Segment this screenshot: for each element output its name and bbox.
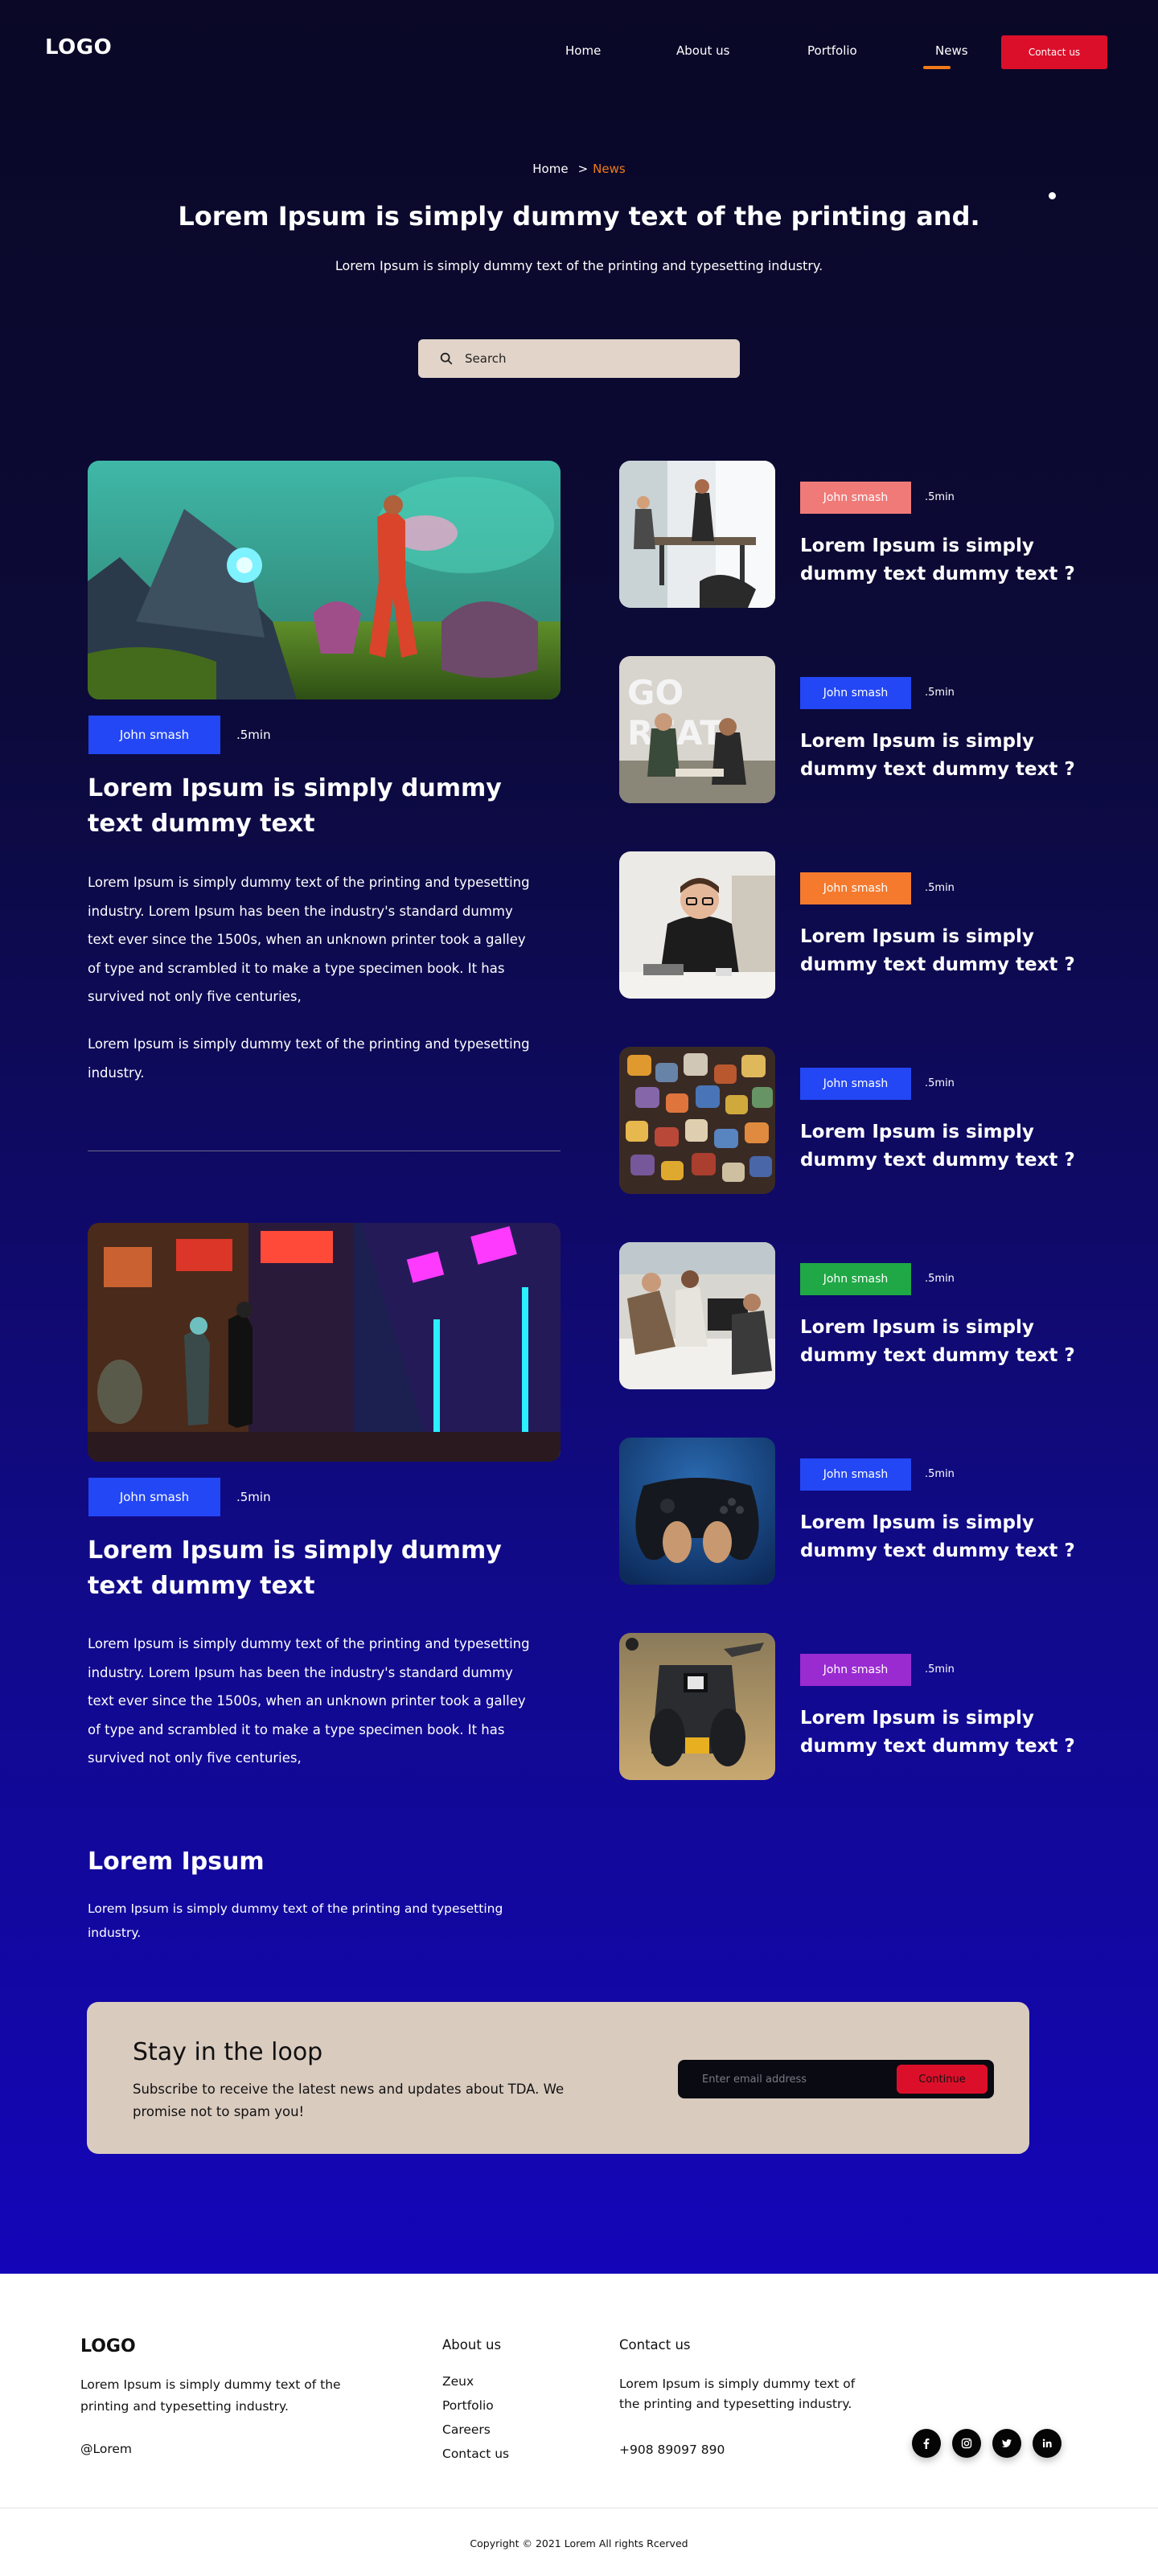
post-title[interactable]: Lorem Ipsum is simply dummy text dummy t…: [800, 728, 1114, 784]
featured-paragraph: Lorem Ipsum is simply dummy text of the …: [88, 875, 530, 1004]
post-thumbnail[interactable]: [619, 1047, 775, 1194]
post-thumbnail[interactable]: GO REAT: [619, 656, 775, 803]
read-time: .5min: [925, 1273, 955, 1285]
search-bar[interactable]: [418, 339, 740, 378]
post-thumbnail[interactable]: [619, 851, 775, 999]
email-field[interactable]: [702, 2068, 887, 2090]
author-tag[interactable]: John smash: [800, 1263, 911, 1295]
author-tag[interactable]: John smash: [800, 1654, 911, 1686]
footer: LOGO Lorem Ipsum is simply dummy text of…: [0, 2274, 1158, 2576]
section-text: Lorem Ipsum is simply dummy text of the …: [88, 1901, 503, 1940]
author-tag[interactable]: John smash: [800, 872, 911, 904]
newsletter-card: Stay in the loop Subscribe to receive th…: [87, 2002, 1029, 2154]
footer-description: Lorem Ipsum is simply dummy text of the …: [80, 2377, 341, 2414]
featured-image-neon-city[interactable]: [88, 1223, 561, 1462]
post-title[interactable]: Lorem Ipsum is simply dummy text dummy t…: [800, 1118, 1114, 1175]
footer-phone[interactable]: +908 89097 890: [619, 2443, 725, 2457]
featured-paragraph: Lorem Ipsum is simply dummy text of the …: [88, 1636, 530, 1766]
newsletter-form: Continue: [678, 2060, 994, 2098]
breadcrumb-separator: >: [577, 162, 589, 176]
continue-button[interactable]: Continue: [897, 2065, 988, 2094]
author-tag[interactable]: John smash: [800, 1458, 911, 1491]
featured-image-game-scene[interactable]: [88, 461, 561, 699]
footer-handle[interactable]: @Lorem: [80, 2442, 132, 2456]
read-time: .5min: [925, 687, 955, 699]
footer-logo[interactable]: LOGO: [80, 2336, 136, 2357]
facebook-icon[interactable]: [912, 2429, 941, 2458]
author-tag[interactable]: John smash: [800, 1068, 911, 1100]
post-thumbnail[interactable]: [619, 1633, 775, 1780]
copyright: Copyright © 2021 Lorem All rights Rcerve…: [470, 2537, 688, 2549]
footer-link-portfolio[interactable]: Portfolio: [442, 2398, 494, 2413]
newsletter-title: Stay in the loop: [133, 2038, 323, 2066]
footer-about-heading: About us: [442, 2337, 502, 2352]
nav-home[interactable]: Home: [565, 43, 601, 58]
read-time: .5min: [236, 728, 271, 742]
featured-paragraph: Lorem Ipsum is simply dummy text of the …: [88, 1036, 530, 1081]
author-tag[interactable]: John smash: [800, 482, 911, 514]
nav-about-us[interactable]: About us: [676, 43, 729, 58]
page-subtitle: Lorem Ipsum is simply dummy text of the …: [335, 258, 823, 273]
post-title[interactable]: Lorem Ipsum is simply dummy text dummy t…: [800, 1704, 1114, 1761]
footer-link-contact-us[interactable]: Contact us: [442, 2447, 509, 2461]
twitter-icon[interactable]: [992, 2429, 1021, 2458]
page-title: Lorem Ipsum is simply dummy text of the …: [178, 201, 980, 232]
post-thumbnail[interactable]: [619, 1438, 775, 1585]
nav-news[interactable]: News: [935, 43, 968, 58]
post-title[interactable]: Lorem Ipsum is simply dummy text dummy t…: [800, 1314, 1114, 1370]
read-time: .5min: [925, 491, 955, 503]
logo[interactable]: LOGO: [45, 35, 112, 59]
read-time: .5min: [925, 1663, 955, 1676]
linkedin-icon[interactable]: [1033, 2429, 1062, 2458]
footer-contact-heading: Contact us: [619, 2337, 691, 2352]
post-thumbnail[interactable]: [619, 1242, 775, 1389]
featured-title[interactable]: Lorem Ipsum is simply dummy text dummy t…: [88, 1533, 554, 1604]
instagram-icon[interactable]: [952, 2429, 981, 2458]
author-tag[interactable]: John smash: [88, 716, 220, 754]
newsletter-text: Subscribe to receive the latest news and…: [133, 2082, 565, 2119]
footer-link-zeux[interactable]: Zeux: [442, 2374, 474, 2389]
section-title: Lorem Ipsum: [88, 1848, 265, 1876]
search-input[interactable]: [465, 351, 722, 366]
featured-title[interactable]: Lorem Ipsum is simply dummy text dummy t…: [88, 771, 554, 842]
read-time: .5min: [925, 1077, 955, 1089]
breadcrumb-home[interactable]: Home: [532, 162, 568, 176]
search-icon: [440, 352, 453, 365]
svg-text:GO: GO: [627, 673, 684, 712]
author-tag[interactable]: John smash: [88, 1478, 220, 1516]
footer-contact-text: Lorem Ipsum is simply dummy text of the …: [619, 2377, 856, 2411]
author-tag[interactable]: John smash: [800, 677, 911, 709]
contact-us-button[interactable]: Contact us: [1001, 35, 1107, 69]
post-title[interactable]: Lorem Ipsum is simply dummy text dummy t…: [800, 1509, 1114, 1565]
post-title[interactable]: Lorem Ipsum is simply dummy text dummy t…: [800, 923, 1114, 979]
read-time: .5min: [236, 1490, 271, 1504]
nav-active-indicator: [923, 66, 951, 69]
footer-link-careers[interactable]: Careers: [442, 2422, 491, 2437]
read-time: .5min: [925, 882, 955, 894]
breadcrumb-news[interactable]: News: [593, 162, 626, 176]
decorative-dot: [1049, 192, 1056, 199]
read-time: .5min: [925, 1468, 955, 1480]
post-title[interactable]: Lorem Ipsum is simply dummy text dummy t…: [800, 532, 1114, 589]
post-thumbnail[interactable]: [619, 461, 775, 608]
nav-portfolio[interactable]: Portfolio: [807, 43, 857, 58]
breadcrumb: Home > News: [0, 162, 1158, 176]
hero-section: LOGO Home About us Portfolio News Contac…: [0, 0, 1158, 2274]
